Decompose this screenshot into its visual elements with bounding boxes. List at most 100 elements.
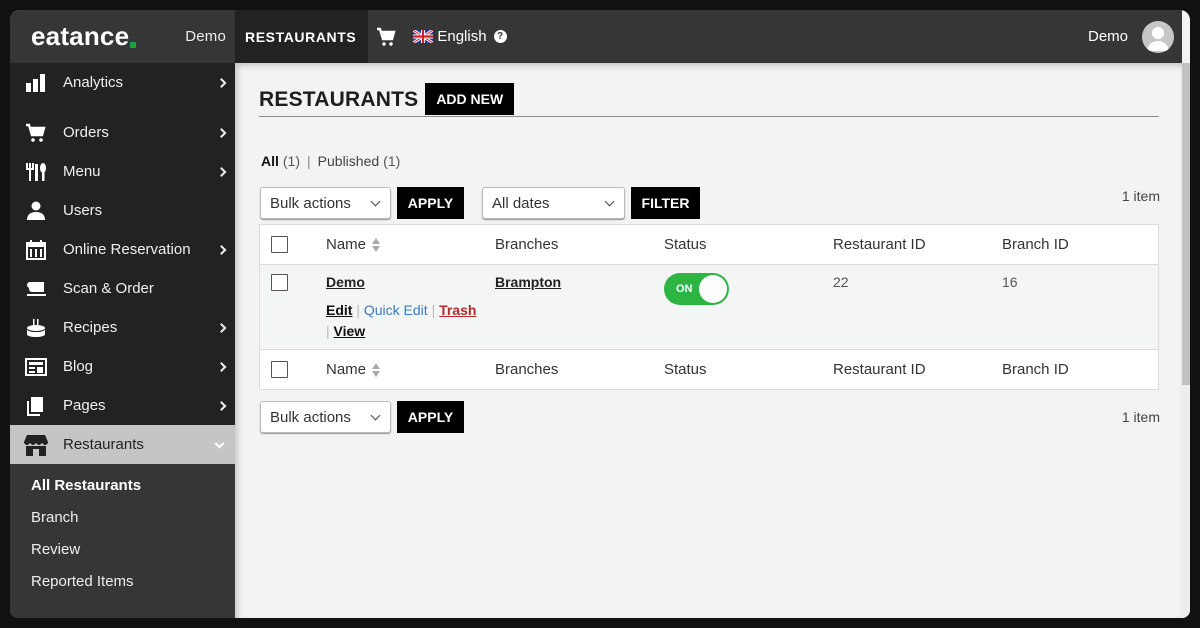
submenu-all-restaurants[interactable]: All Restaurants [10, 469, 235, 501]
sidebar-item-pages[interactable]: Pages [10, 386, 235, 425]
store-icon [24, 434, 48, 456]
column-branches: Branches [495, 236, 559, 253]
action-separator: | [326, 323, 330, 339]
top-nav-restaurants[interactable]: RESTAURANTS [235, 10, 369, 63]
sidebar-item-online-reservation[interactable]: Online Reservation [10, 230, 235, 269]
select-all-checkbox-bottom[interactable] [271, 361, 288, 378]
submenu-branch[interactable]: Branch [10, 501, 235, 533]
quick-edit-link[interactable]: Quick Edit [364, 302, 428, 318]
view-all-link[interactable]: All [261, 153, 279, 169]
bulk-actions-select[interactable]: Bulk actions [260, 187, 391, 219]
sidebar-item-label: Scan & Order [63, 280, 154, 297]
sidebar-item-label: Pages [63, 397, 106, 414]
main-content: RESTAURANTS ADD NEW All (1) | Published … [235, 63, 1182, 618]
view-all-count: (1) [282, 153, 301, 169]
restaurant-name-link[interactable]: Demo [326, 274, 365, 290]
bar-chart-icon [24, 72, 48, 94]
bulk-actions-select-bottom[interactable]: Bulk actions [260, 401, 391, 433]
help-icon[interactable]: ? [493, 30, 507, 43]
trash-link[interactable]: Trash [439, 302, 476, 318]
user-avatar-icon [1142, 20, 1174, 53]
bulk-actions-value: Bulk actions [270, 408, 351, 426]
newspaper-icon [24, 356, 48, 378]
cake-icon [24, 317, 48, 339]
user-menu[interactable]: Demo [1087, 20, 1174, 53]
language-label: English [437, 28, 487, 45]
page-title: RESTAURANTS [259, 88, 419, 111]
sidebar-item-label: Users [63, 202, 103, 219]
sidebar-item-restaurants[interactable]: Restaurants [10, 425, 235, 464]
sidebar: Analytics Orders Menu Users Online Reser… [10, 63, 235, 618]
column-restaurant-id: Restaurant ID [833, 361, 926, 378]
restaurants-table: Name Branches Status Restaurant ID Branc… [259, 224, 1159, 390]
view-separator: | [307, 153, 311, 169]
column-name-sortable[interactable]: Name [326, 236, 495, 253]
add-new-button[interactable]: ADD NEW [425, 83, 515, 115]
dates-value: All dates [492, 194, 550, 212]
cart-icon [24, 122, 48, 144]
sidebar-item-scan-order[interactable]: Scan & Order [10, 269, 235, 308]
chevron-right-icon [216, 361, 227, 372]
view-published-link[interactable]: Published [318, 153, 380, 169]
item-count: 1 item [1121, 188, 1160, 204]
dates-select[interactable]: All dates [482, 187, 625, 219]
cart-icon [377, 27, 396, 46]
edit-link[interactable]: Edit [326, 302, 352, 318]
filter-button[interactable]: FILTER [631, 187, 700, 219]
column-name-sortable[interactable]: Name [326, 361, 495, 378]
language-selector[interactable]: English ? [413, 28, 507, 45]
view-link[interactable]: View [334, 323, 366, 339]
sidebar-item-menu[interactable]: Menu [10, 152, 235, 191]
table-header: Name Branches Status Restaurant ID Branc… [260, 225, 1158, 264]
submenu-reported-items[interactable]: Reported Items [10, 565, 235, 597]
status-toggle-label: ON [676, 283, 693, 295]
top-bar: eatance Demo RESTAURANTS English ? Demo [10, 10, 1182, 63]
chevron-right-icon [216, 322, 227, 333]
sidebar-item-blog[interactable]: Blog [10, 347, 235, 386]
sidebar-item-analytics[interactable]: Analytics [10, 63, 235, 102]
sidebar-item-orders[interactable]: Orders [10, 113, 235, 152]
sidebar-item-label: Menu [63, 163, 101, 180]
view-published-count: (1) [383, 153, 401, 169]
site-name-link[interactable]: Demo [185, 28, 226, 45]
sort-icon [372, 237, 381, 253]
chevron-right-icon [216, 77, 227, 88]
user-name: Demo [1087, 28, 1128, 45]
top-tablenav: Bulk actions APPLY All dates FILTER 1 it… [260, 187, 1160, 219]
status-toggle[interactable]: ON [664, 273, 729, 305]
utensils-icon [24, 161, 48, 183]
apply-button[interactable]: APPLY [397, 187, 464, 219]
chevron-down-icon [370, 196, 381, 207]
select-all-checkbox[interactable] [271, 236, 288, 253]
logo[interactable]: eatance Demo [10, 10, 235, 63]
chevron-down-icon [370, 410, 381, 421]
vertical-scrollbar[interactable] [1182, 63, 1190, 618]
bulk-actions-value: Bulk actions [270, 194, 351, 212]
scrollbar-thumb[interactable] [1182, 63, 1190, 385]
sidebar-item-label: Analytics [63, 74, 124, 91]
row-checkbox[interactable] [271, 274, 288, 291]
logo-text: eatance [31, 21, 130, 51]
sidebar-item-label: Blog [63, 358, 94, 375]
cart-button[interactable] [368, 10, 404, 63]
column-status: Status [664, 361, 707, 378]
column-restaurant-id: Restaurant ID [833, 236, 926, 253]
column-label: Name [326, 235, 367, 253]
app-window: eatance Demo RESTAURANTS English ? Demo … [10, 10, 1190, 618]
table-footer: Name Branches Status Restaurant ID Branc… [260, 350, 1158, 389]
sidebar-item-recipes[interactable]: Recipes [10, 308, 235, 347]
column-branch-id: Branch ID [1002, 361, 1069, 378]
column-branches: Branches [495, 361, 559, 378]
user-icon [24, 200, 48, 222]
bottom-tablenav: Bulk actions APPLY 1 item [260, 401, 1160, 433]
view-filters: All (1) | Published (1) [261, 153, 400, 169]
row-actions: Edit | Quick Edit | Trash | View [326, 300, 495, 342]
submenu-review[interactable]: Review [10, 533, 235, 565]
calendar-icon [24, 239, 48, 261]
branch-link[interactable]: Brampton [495, 274, 561, 290]
chevron-right-icon [216, 400, 227, 411]
pages-icon [24, 395, 48, 417]
sidebar-item-users[interactable]: Users [10, 191, 235, 230]
action-separator: | [431, 302, 436, 318]
apply-button-bottom[interactable]: APPLY [397, 401, 464, 433]
